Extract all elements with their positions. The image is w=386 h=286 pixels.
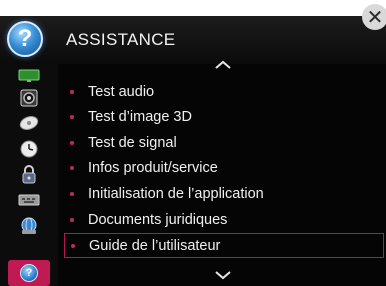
menu-item-label: Guide de l’utilisateur <box>89 237 221 254</box>
menu-item-user-guide[interactable]: Guide de l’utilisateur <box>64 233 384 258</box>
menu-item-label: Documents juridiques <box>88 211 228 228</box>
menu-item-product-info[interactable]: Infos produit/service <box>70 155 384 180</box>
help-icon: ? <box>7 21 43 57</box>
settings-sidebar: ? <box>0 64 58 286</box>
close-button[interactable]: ✕ <box>362 4 386 30</box>
support-menu: Test audio Test d’image 3D Test de signa… <box>58 60 386 286</box>
tv-screen: ? ASSISTANCE ✕ ? Test audio Test d’image… <box>0 0 386 286</box>
menu-item-label: Initialisation de l’application <box>88 185 264 202</box>
menu-item-label: Infos produit/service <box>88 159 218 176</box>
menu-item-label: Test de signal <box>88 134 177 151</box>
sidebar-item-channels[interactable] <box>14 111 44 135</box>
sidebar-item-picture[interactable] <box>14 64 44 88</box>
bullet-icon <box>70 191 74 196</box>
page-title: ASSISTANCE <box>66 30 176 49</box>
sidebar-item-time[interactable] <box>14 137 44 161</box>
satellite-dish-icon <box>19 116 39 130</box>
bullet-icon <box>70 114 74 119</box>
scroll-down-chevron-icon[interactable] <box>214 270 232 280</box>
support-help-icon: ? <box>20 264 38 282</box>
lock-icon <box>22 165 36 184</box>
sidebar-item-lock[interactable] <box>14 162 44 186</box>
bullet-icon <box>70 89 74 94</box>
speaker-sound-icon <box>20 89 38 107</box>
sidebar-item-option[interactable] <box>14 188 44 212</box>
bullet-icon <box>71 243 75 248</box>
keyboard-option-icon <box>18 194 40 206</box>
menu-item-legal-docs[interactable]: Documents juridiques <box>70 207 384 232</box>
clock-time-icon <box>20 140 38 158</box>
screen-bezel <box>0 0 386 16</box>
bullet-icon <box>70 217 74 222</box>
network-globe-icon <box>21 217 37 234</box>
scroll-up-chevron-icon[interactable] <box>214 60 232 70</box>
sidebar-item-network[interactable] <box>14 214 44 238</box>
sidebar-item-sound[interactable] <box>14 86 44 110</box>
menu-item-label: Test d’image 3D <box>88 108 192 125</box>
sidebar-item-support[interactable]: ? <box>8 260 50 286</box>
menu-item-test-audio[interactable]: Test audio <box>70 79 384 104</box>
menu-item-test-signal[interactable]: Test de signal <box>70 130 384 155</box>
menu-item-test-3d[interactable]: Test d’image 3D <box>70 104 384 129</box>
menu-item-app-reset[interactable]: Initialisation de l’application <box>70 181 384 206</box>
tv-picture-icon <box>18 69 40 82</box>
help-glyph: ? <box>17 25 33 52</box>
menu-item-label: Test audio <box>88 83 155 100</box>
assistance-header: ? ASSISTANCE <box>0 16 386 64</box>
bullet-icon <box>70 140 74 145</box>
close-icon: ✕ <box>366 6 384 29</box>
bullet-icon <box>70 165 74 170</box>
